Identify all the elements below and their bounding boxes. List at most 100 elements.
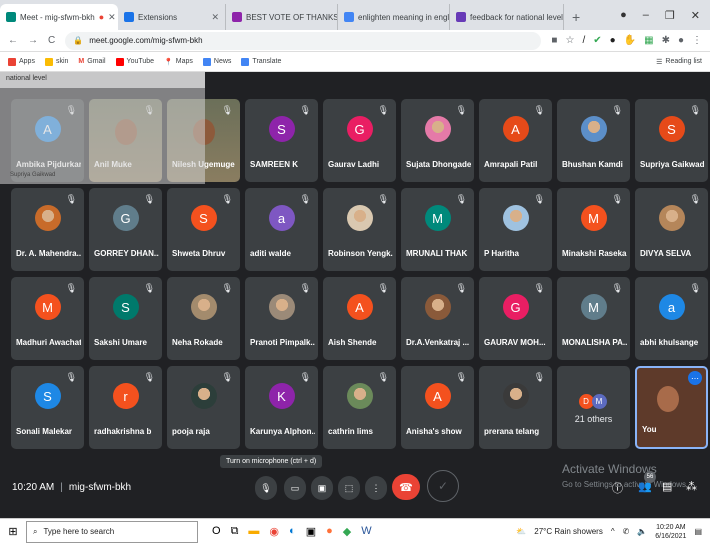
pen-icon[interactable]: / [582,35,585,46]
participant-tile[interactable]: G 🎙 GAURAV MOH... [479,277,552,360]
more-options-icon[interactable]: ⋯ [688,371,702,385]
back-icon[interactable]: ← [8,35,18,46]
participant-tile[interactable]: 🎙 Sujata Dhongade [401,99,474,182]
participant-tile[interactable]: A 🎙 Anisha's show [401,366,474,449]
bookmark-news[interactable]: News [202,57,231,66]
avatar[interactable]: ● [678,35,684,46]
close-tab-icon[interactable]: ✕ [108,12,116,23]
menu-dots-icon[interactable]: ⋮ [692,35,702,46]
bookmark-maps[interactable]: 📍 Maps [164,58,193,66]
puzzle-ext-icon[interactable]: ✱ [662,35,670,46]
present-button[interactable]: ⬚ [338,476,360,500]
participant-tile[interactable]: G 🎙 Gaurav Ladhi [323,99,396,182]
bookmark-apps[interactable]: Apps [8,57,35,66]
weather-text[interactable]: 27°C Rain showers [534,527,603,536]
extension-check-button[interactable]: ✓ [427,470,459,502]
participant-tile[interactable]: M 🎙 MONALISHA PA... [557,277,630,360]
volume-icon[interactable]: 🔈 [637,527,647,536]
participant-tile[interactable]: 🎙 Neha Rokade [167,277,240,360]
participant-tile[interactable]: S 🎙 Sakshi Umare [89,277,162,360]
chrome-icon[interactable]: ◉ [269,525,279,538]
participant-tile[interactable]: a 🎙 abhi khulsange [635,277,708,360]
firefox-icon[interactable]: ● [326,525,333,538]
participant-tile[interactable]: 🎙 Robinson Yengk... [323,188,396,271]
taskbar-search[interactable]: ⌕ Type here to search [26,520,198,543]
more-options-button[interactable]: ⋮ [365,476,387,500]
omnibox[interactable]: 🔒 meet.google.com/mig-sfwm-bkh [65,31,542,50]
people-button[interactable]: 👥 56 [638,471,656,493]
network-icon[interactable]: ✆ [623,527,630,536]
participant-tile[interactable]: S 🎙 Supriya Gaikwad [635,99,708,182]
task-view-icon[interactable]: ⧉ [231,525,239,538]
tab-extensions[interactable]: Extensions ✕ [118,4,226,30]
participant-tile[interactable]: M 🎙 Minakshi Rasekar [557,188,630,271]
chat-button[interactable]: ▤ [662,480,672,493]
hand-ext-icon[interactable]: ✋ [624,35,636,46]
store-icon[interactable]: ▣ [306,525,316,538]
participant-tile[interactable]: 🎙 Dr. A. Mahendra... [11,188,84,271]
mic-muted-icon: 🎙 [299,105,311,115]
participant-tile[interactable]: S 🎙 Shweta Dhruv [167,188,240,271]
participant-tile[interactable]: M 🎙 Madhuri Awachat [11,277,84,360]
participant-tile[interactable]: A 🎙 Aish Shende [323,277,396,360]
tab-enlighten[interactable]: enlighten meaning in englis ✕ [338,4,450,30]
profile-icon[interactable]: ● [620,9,627,21]
participant-tile[interactable]: S 🎙 Sonali Malekar [11,366,84,449]
close-window-icon[interactable]: ✕ [691,9,700,22]
tray-chevron-icon[interactable]: ^ [611,527,615,536]
new-tab-button[interactable]: + [564,4,588,30]
floating-window-overlay[interactable]: national level Supriya Gaikwad [0,72,205,184]
participant-tile[interactable]: 🎙 Dr.A.Venkatraj ... [401,277,474,360]
tab-feedback[interactable]: feedback for national level li ✕ [450,4,564,30]
maximize-icon[interactable]: ❐ [665,9,675,22]
bookmark-gmail[interactable]: M Gmail [78,58,105,65]
taskbar-clock[interactable]: 10:20 AM 6/16/2021 [655,523,686,541]
notifications-icon[interactable]: ▤ [694,527,702,536]
participant-tile[interactable]: A 🎙 Amrapali Patil [479,99,552,182]
participant-tile[interactable]: M 🎙 MRUNALI THAK [401,188,474,271]
reload-icon[interactable]: C [48,35,55,46]
participant-tile[interactable]: 🎙 P Haritha [479,188,552,271]
participant-tile[interactable]: K 🎙 Karunya Alphon... [245,366,318,449]
participant-tile[interactable]: 🎙 prerana telang [479,366,552,449]
meeting-info-button[interactable]: ⓘ [612,480,623,496]
microphone-button[interactable]: 🎙 [255,476,277,500]
windows-start-button[interactable]: ⊞ [0,525,26,538]
grid-ext-icon[interactable]: ▦ [644,35,653,46]
participant-tile[interactable]: a 🎙 aditi walde [245,188,318,271]
app-icon[interactable]: ◆ [343,525,351,538]
url-text: meet.google.com/mig-sfwm-bkh [89,36,203,45]
camera-button[interactable]: ▭ [284,476,306,500]
close-tab-icon[interactable]: ✕ [211,12,219,23]
activities-button[interactable]: ⁂ [686,480,697,493]
check-ext-icon[interactable]: ✔ [593,35,601,46]
clock-date: 6/16/2021 [655,532,687,540]
tab-meet[interactable]: Meet - mig-sfwm-bkh ● ✕ [0,4,118,30]
participant-tile[interactable]: G 🎙 GORREY DHAN... [89,188,162,271]
bookmark-translate[interactable]: Translate [241,57,281,66]
participant-tile[interactable]: S 🎙 SAMREEN K [245,99,318,182]
reading-list[interactable]: ☰ Reading list [656,58,702,66]
minimize-icon[interactable]: – [643,9,649,21]
participant-tile[interactable]: 🎙 Pranoti Pimpalk... [245,277,318,360]
camera-icon[interactable]: ■ [551,35,557,46]
participant-tile[interactable]: 🎙 pooja raja [167,366,240,449]
participant-tile[interactable]: 🎙 DIVYA SELVA [635,188,708,271]
bookmark-skin[interactable]: skin [44,57,68,66]
shield-ext-icon[interactable]: ● [610,35,616,46]
file-explorer-icon[interactable]: ▬ [248,525,259,538]
leave-call-button[interactable]: ☎ [392,474,420,500]
star-icon[interactable]: ☆ [565,35,574,46]
cortana-icon[interactable]: O [212,525,221,538]
others-tile[interactable]: D M 21 others [557,366,630,449]
tab-vote-of-thanks[interactable]: BEST VOTE OF THANKS SPEE ✕ [226,4,338,30]
participant-tile[interactable]: 🎙 cathrin lims [323,366,396,449]
edge-icon[interactable]: ◐ [289,525,296,538]
forward-icon[interactable]: → [28,35,38,46]
self-video-tile[interactable]: ⋯ You [635,366,708,449]
participant-tile[interactable]: r 🎙 radhakrishna b [89,366,162,449]
participant-tile[interactable]: 🎙 Bhushan Kamdi [557,99,630,182]
bookmark-youtube[interactable]: YouTube [115,57,154,66]
captions-button[interactable]: ▣ [311,476,333,500]
word-icon[interactable]: W [361,525,371,538]
